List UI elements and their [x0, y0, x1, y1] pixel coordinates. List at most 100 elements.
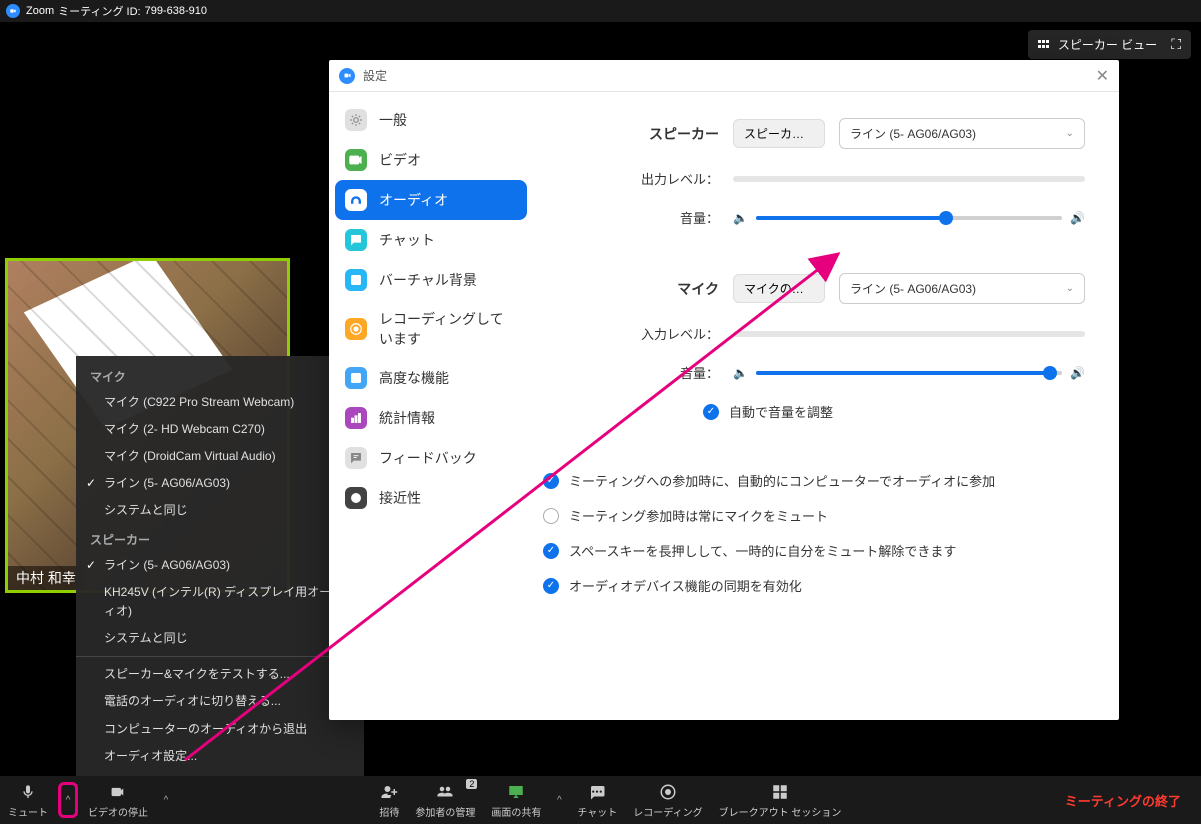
- meeting-label: ミーティング ID:: [58, 3, 140, 19]
- mute-button[interactable]: ミュート: [0, 776, 56, 824]
- microphone-icon: [20, 782, 36, 802]
- test-speaker-button[interactable]: スピーカーのテ...: [733, 119, 825, 148]
- record-icon: [659, 782, 677, 802]
- option-label: ミーティングへの参加時に、自動的にコンピューターでオーディオに参加: [569, 471, 995, 490]
- checkbox-unchecked-icon: [543, 508, 559, 524]
- share-label: 画面の共有: [491, 804, 541, 819]
- participants-icon: [434, 782, 456, 802]
- invite-icon: [379, 782, 399, 802]
- nav-label: オーディオ: [379, 190, 448, 210]
- audio-option-row[interactable]: ミーティング参加時は常にマイクをミュート: [543, 506, 1085, 525]
- invite-button[interactable]: 招待: [371, 776, 407, 824]
- speaker-device-value: ライン (5- AG06/AG03): [850, 125, 976, 142]
- speaker-option[interactable]: ライン (5- AG06/AG03): [76, 552, 364, 579]
- settings-nav-item[interactable]: レコーディングしています: [335, 300, 527, 358]
- participant-name: 中村 和幸: [8, 566, 84, 590]
- speaker-view-button[interactable]: スピーカー ビュー ⛶: [1028, 30, 1191, 59]
- nav-icon: [345, 318, 367, 340]
- speaker-label: スピーカー: [543, 124, 719, 144]
- settings-nav-item[interactable]: 接近性: [335, 478, 527, 518]
- audio-option-row[interactable]: ミーティングへの参加時に、自動的にコンピューターでオーディオに参加: [543, 471, 1085, 490]
- participants-badge: 2: [466, 779, 477, 789]
- settings-nav-item[interactable]: オーディオ: [335, 180, 527, 220]
- record-label: レコーディング: [633, 804, 702, 819]
- audio-menu-action[interactable]: オーディオ設定...: [76, 743, 364, 770]
- output-level-label: 出力レベル：: [543, 169, 719, 188]
- titlebar: Zoom ミーティング ID: 799-638-910: [0, 0, 1201, 22]
- speaker-view-label: スピーカー ビュー: [1058, 36, 1157, 53]
- audio-menu-action[interactable]: コンピューターのオーディオから退出: [76, 716, 364, 743]
- speaker-device-dropdown[interactable]: ライン (5- AG06/AG03) ⌄: [839, 118, 1085, 149]
- nav-label: レコーディングしています: [379, 309, 517, 349]
- breakout-label: ブレークアウト セッション: [719, 804, 842, 819]
- input-level-label: 入力レベル：: [543, 324, 719, 343]
- zoom-logo-icon: [339, 68, 355, 84]
- mic-device-dropdown[interactable]: ライン (5- AG06/AG03) ⌄: [839, 273, 1085, 304]
- mic-label: マイク: [543, 279, 719, 299]
- audio-option-row[interactable]: スペースキーを長押しして、一時的に自分をミュート解除できます: [543, 541, 1085, 560]
- speaker-volume-label: 音量：: [543, 208, 719, 227]
- record-button[interactable]: レコーディング: [625, 776, 710, 824]
- settings-nav-item[interactable]: 高度な機能: [335, 358, 527, 398]
- close-icon[interactable]: ✕: [1096, 66, 1109, 86]
- test-mic-button[interactable]: マイクのテスト: [733, 274, 825, 303]
- nav-icon: [345, 229, 367, 251]
- mic-option[interactable]: システムと同じ: [76, 497, 364, 524]
- nav-label: チャット: [379, 230, 435, 250]
- settings-nav-item[interactable]: 統計情報: [335, 398, 527, 438]
- settings-nav-item[interactable]: 一般: [335, 100, 527, 140]
- volume-high-icon: 🔊: [1070, 366, 1085, 380]
- settings-nav-item[interactable]: チャット: [335, 220, 527, 260]
- chat-button[interactable]: チャット: [569, 776, 625, 824]
- fullscreen-icon[interactable]: ⛶: [1171, 36, 1181, 53]
- checkbox-checked-icon: [543, 578, 559, 594]
- speaker-section-header: スピーカー: [76, 525, 364, 552]
- video-icon: [108, 782, 128, 802]
- stop-video-button[interactable]: ビデオの停止: [80, 776, 156, 824]
- participants-button[interactable]: 2 参加者の管理: [407, 776, 483, 824]
- speaker-volume-slider[interactable]: [756, 216, 1062, 220]
- meeting-id: 799-638-910: [145, 5, 207, 17]
- volume-low-icon: 🔈: [733, 366, 748, 380]
- share-icon: [506, 782, 526, 802]
- video-options-caret[interactable]: ^: [156, 776, 176, 824]
- breakout-icon: [771, 782, 789, 802]
- mic-option[interactable]: ライン (5- AG06/AG03): [76, 470, 364, 497]
- share-options-caret[interactable]: ^: [549, 776, 569, 824]
- nav-icon: [345, 487, 367, 509]
- mic-volume-label: 音量：: [543, 363, 719, 382]
- speaker-option[interactable]: システムと同じ: [76, 625, 364, 652]
- settings-window: 設定 ✕ 一般ビデオオーディオチャットバーチャル背景レコーディングしています高度…: [329, 60, 1119, 720]
- nav-icon: [345, 269, 367, 291]
- audio-option-row[interactable]: オーディオデバイス機能の同期を有効化: [543, 576, 1085, 595]
- nav-label: バーチャル背景: [379, 270, 477, 290]
- audio-options-caret[interactable]: ^: [58, 782, 78, 818]
- share-screen-button[interactable]: 画面の共有: [483, 776, 549, 824]
- mic-option[interactable]: マイク (DroidCam Virtual Audio): [76, 443, 364, 470]
- nav-icon: [345, 447, 367, 469]
- audio-menu-action[interactable]: 電話のオーディオに切り替える...: [76, 688, 364, 715]
- nav-label: フィードバック: [379, 448, 477, 468]
- end-meeting-button[interactable]: ミーティングの終了: [1045, 791, 1201, 810]
- invite-label: 招待: [379, 804, 399, 819]
- mic-device-value: ライン (5- AG06/AG03): [850, 280, 976, 297]
- breakout-button[interactable]: ブレークアウト セッション: [711, 776, 850, 824]
- mic-option[interactable]: マイク (2- HD Webcam C270): [76, 416, 364, 443]
- nav-label: 一般: [379, 110, 407, 130]
- mic-volume-slider[interactable]: [756, 371, 1062, 375]
- menu-divider: [76, 656, 364, 657]
- stop-video-label: ビデオの停止: [88, 804, 148, 819]
- settings-nav-item[interactable]: ビデオ: [335, 140, 527, 180]
- settings-nav-item[interactable]: フィードバック: [335, 438, 527, 478]
- mic-option[interactable]: マイク (C922 Pro Stream Webcam): [76, 389, 364, 416]
- audio-menu-action[interactable]: スピーカー&マイクをテストする...: [76, 661, 364, 688]
- auto-adjust-row[interactable]: 自動で音量を調整: [703, 402, 1085, 421]
- settings-nav-item[interactable]: バーチャル背景: [335, 260, 527, 300]
- nav-icon: [345, 149, 367, 171]
- volume-low-icon: 🔈: [733, 211, 748, 225]
- speaker-option[interactable]: KH245V (インテル(R) ディスプレイ用オーディオ): [76, 579, 364, 625]
- settings-title: 設定: [363, 67, 387, 84]
- zoom-logo-icon: [6, 4, 20, 18]
- option-label: スペースキーを長押しして、一時的に自分をミュート解除できます: [569, 541, 956, 560]
- nav-icon: [345, 407, 367, 429]
